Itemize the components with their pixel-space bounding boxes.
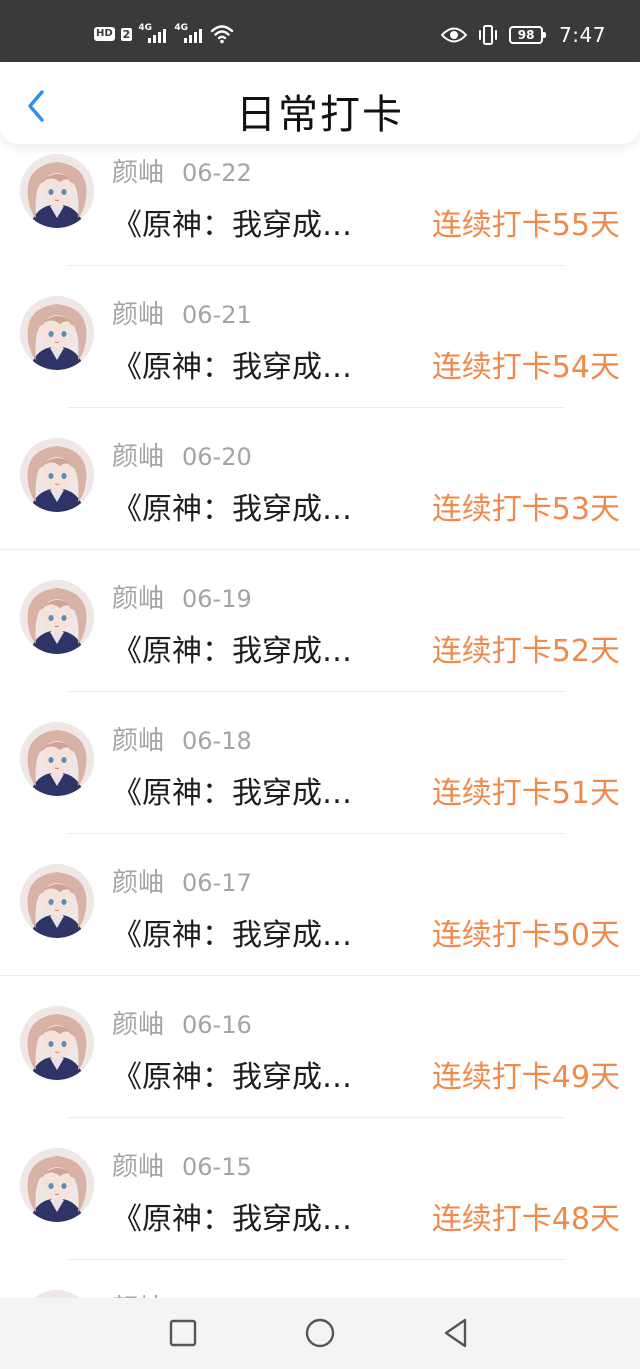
avatar[interactable] [20, 580, 94, 654]
book-title: 《原神：我穿成… [112, 918, 352, 953]
sim-number: 2 [120, 27, 133, 41]
status-right: 98 7:47 [441, 22, 606, 48]
checkin-date: 06-22 [182, 159, 252, 187]
author-name: 颜岫 [112, 1010, 165, 1040]
author-name: 颜岫 [112, 726, 165, 756]
checkin-list[interactable]: 颜岫 06-22 《原神：我穿成… 连续打卡55天 颜岫 06-21 《原神：我穿成… [0, 144, 640, 1298]
streak-label: 连续打卡52天 [431, 634, 620, 669]
status-bar: HD 2 4G 4G 98 7:47 [0, 0, 640, 62]
back-triangle-icon[interactable] [438, 1315, 474, 1351]
author-name: 颜岫 [112, 300, 165, 330]
wifi-icon [211, 25, 234, 44]
divider [68, 833, 565, 834]
recents-square-icon[interactable] [165, 1315, 201, 1351]
checkin-date: 06-19 [182, 585, 252, 613]
divider [0, 549, 640, 550]
checkin-item[interactable]: 颜岫 06-16 《原神：我穿成… 连续打卡49天 [0, 996, 640, 1138]
avatar[interactable] [20, 722, 94, 796]
streak-label: 连续打卡49天 [431, 1060, 620, 1095]
avatar[interactable] [20, 1148, 94, 1222]
avatar[interactable] [20, 296, 94, 370]
home-circle-icon[interactable] [302, 1315, 338, 1351]
avatar[interactable] [20, 864, 94, 938]
author-name: 颜岫 [112, 158, 165, 188]
author-name: 颜岫 [112, 1152, 165, 1182]
checkin-item[interactable]: 颜岫 06-15 《原神：我穿成… 连续打卡48天 [0, 1138, 640, 1280]
author-name: 颜岫 [112, 442, 165, 472]
checkin-date: 06-20 [182, 443, 252, 471]
checkin-item[interactable]: 颜岫 06-20 《原神：我穿成… 连续打卡53天 [0, 428, 640, 570]
vibrate-icon [479, 25, 498, 45]
book-title: 《原神：我穿成… [112, 208, 352, 243]
book-title: 《原神：我穿成… [112, 1202, 352, 1237]
app-header: 日常打卡 [0, 62, 640, 144]
eye-icon [441, 27, 468, 43]
avatar[interactable] [20, 1006, 94, 1080]
checkin-item[interactable]: 颜岫 06-22 《原神：我穿成… 连续打卡55天 [0, 144, 640, 286]
status-left: HD 2 4G 4G [94, 22, 234, 46]
streak-label: 连续打卡53天 [431, 492, 620, 527]
streak-label: 连续打卡51天 [431, 776, 620, 811]
author-name: 颜岫 [112, 584, 165, 614]
checkin-item[interactable]: 颜岫 06-19 《原神：我穿成… 连续打卡52天 [0, 570, 640, 712]
checkin-item[interactable]: 颜岫 06-21 《原神：我穿成… 连续打卡54天 [0, 286, 640, 428]
author-name: 颜岫 [112, 1288, 164, 1298]
divider [68, 691, 565, 692]
book-title: 《原神：我穿成… [112, 634, 352, 669]
clock: 7:47 [559, 23, 606, 47]
battery-icon: 98 [509, 26, 547, 44]
book-title: 《原神：我穿成… [112, 776, 352, 811]
divider [68, 1259, 565, 1260]
signal-icon: 4G [138, 23, 168, 45]
checkin-date: 06-18 [182, 727, 252, 755]
page-title: 日常打卡 [236, 92, 404, 138]
book-title: 《原神：我穿成… [112, 350, 352, 385]
streak-label: 连续打卡55天 [431, 208, 620, 243]
divider [68, 1117, 565, 1118]
checkin-date: 06-21 [182, 301, 252, 329]
system-nav-bar [0, 1298, 640, 1369]
hd-icon: HD [94, 27, 115, 41]
checkin-date: 06-15 [182, 1153, 252, 1181]
avatar[interactable] [20, 1290, 94, 1298]
divider [0, 975, 640, 976]
checkin-item[interactable]: 颜岫06-14 [0, 1280, 640, 1298]
checkin-date: 06-16 [182, 1011, 252, 1039]
streak-label: 连续打卡48天 [431, 1202, 620, 1237]
streak-label: 连续打卡54天 [431, 350, 620, 385]
checkin-date: 06-17 [182, 869, 252, 897]
signal-icon: 4G [174, 23, 204, 45]
divider [68, 265, 565, 266]
checkin-item[interactable]: 颜岫 06-17 《原神：我穿成… 连续打卡50天 [0, 854, 640, 996]
divider [68, 407, 565, 408]
streak-label: 连续打卡50天 [431, 918, 620, 953]
book-title: 《原神：我穿成… [112, 1060, 352, 1095]
book-title: 《原神：我穿成… [112, 492, 352, 527]
avatar[interactable] [20, 154, 94, 228]
avatar[interactable] [20, 438, 94, 512]
author-name: 颜岫 [112, 868, 165, 898]
checkin-item[interactable]: 颜岫 06-18 《原神：我穿成… 连续打卡51天 [0, 712, 640, 854]
